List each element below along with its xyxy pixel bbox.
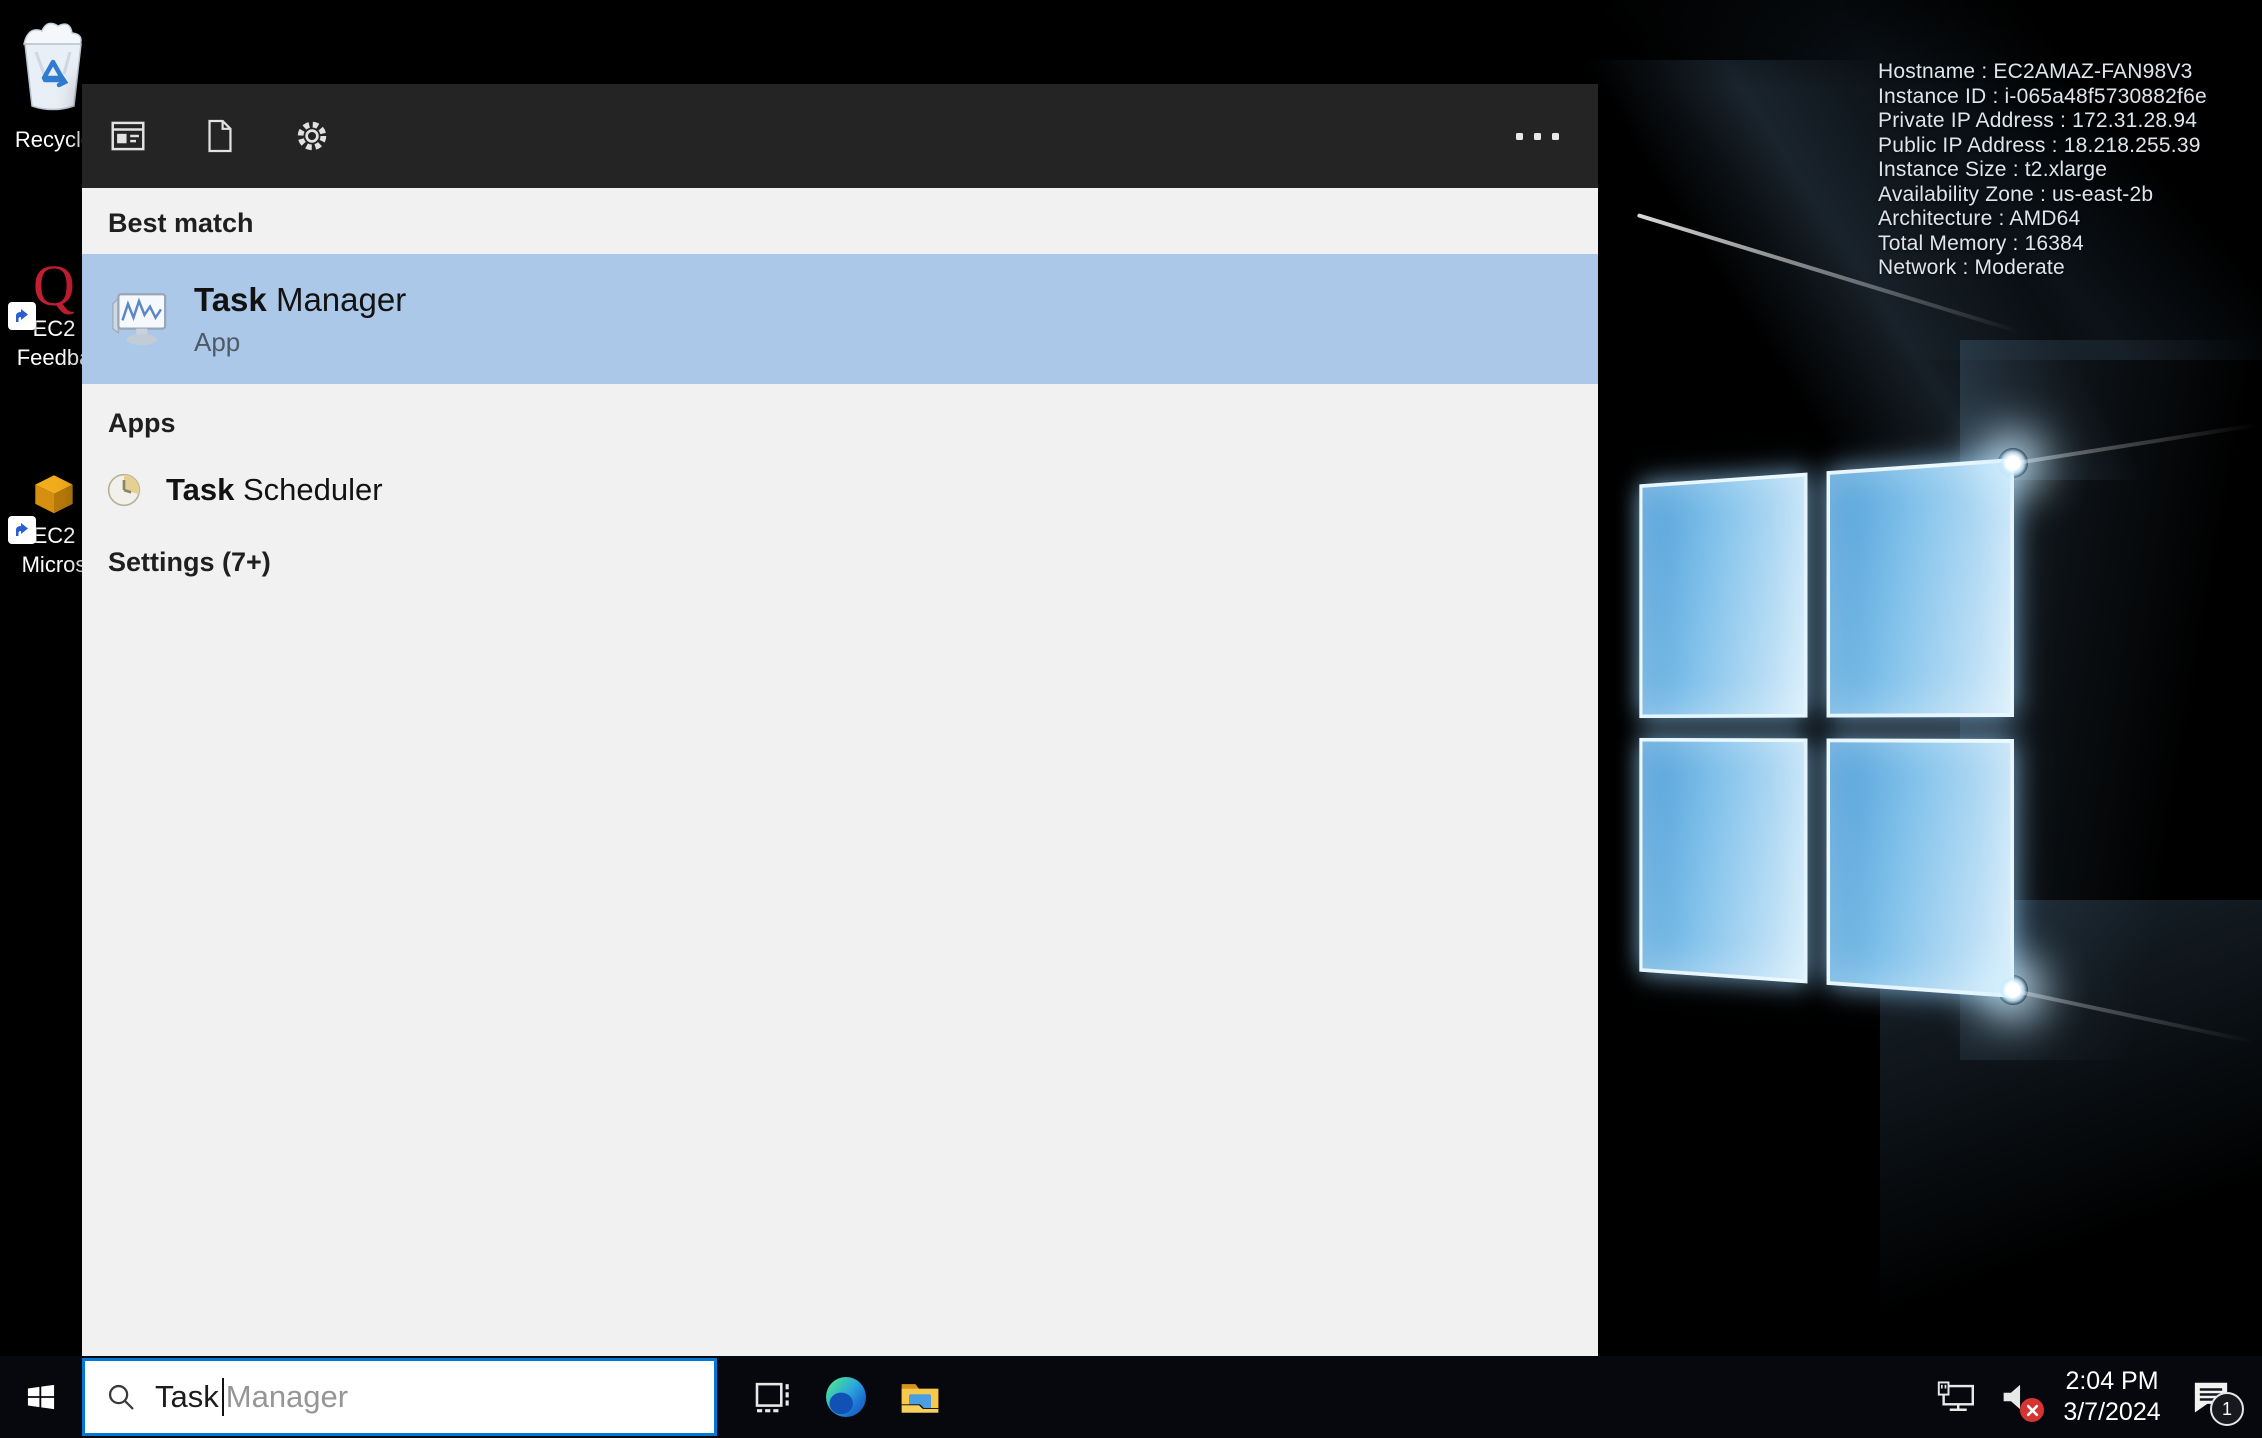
glow-sparkle (1998, 975, 2028, 1005)
clock-time: 2:04 PM (2065, 1367, 2159, 1395)
task-scheduler-icon (107, 473, 141, 507)
settings-section-header[interactable]: Settings (7+) (82, 527, 1598, 578)
search-suggestion-text: Manager (225, 1379, 349, 1414)
search-typed-text: Task (155, 1379, 219, 1414)
best-match-result-task-manager[interactable]: Task Manager App (82, 254, 1598, 384)
result-subtitle: App (194, 326, 241, 357)
system-tray: 2:04 PM 3/7/2024 1 (1928, 1356, 2262, 1438)
desktop-screen: Hostname : EC2AMAZ-FAN98V3 Instance ID :… (0, 0, 2262, 1438)
filter-documents-button[interactable] (174, 84, 266, 188)
task-view-icon (755, 1382, 789, 1413)
result-title-match: Task (194, 280, 267, 318)
info-hostname: Hostname : EC2AMAZ-FAN98V3 (1878, 60, 2193, 83)
windows-hero-logo (1639, 458, 2014, 998)
info-instance-size: Instance Size : t2.xlarge (1878, 158, 2108, 181)
info-instance-id: Instance ID : i-065a48f5730882f6e (1878, 84, 2207, 108)
search-results-panel: Best match Task Manager App Apps Task Sc… (82, 84, 1598, 1356)
windows-logo-pane (1639, 472, 1808, 719)
windows-logo-pane (1826, 458, 2014, 718)
taskbar: Task Manager 2:04 PM 3/7/2024 1 (0, 1356, 2262, 1438)
start-button[interactable] (0, 1356, 82, 1438)
result-title: Task Manager (194, 281, 406, 319)
file-explorer-button[interactable] (883, 1356, 957, 1438)
clock-date: 3/7/2024 (2063, 1398, 2161, 1426)
shortcut-arrow-icon (8, 516, 36, 544)
taskbar-search-input[interactable]: Task Manager (82, 1358, 717, 1436)
apps-filter-icon (111, 121, 145, 151)
more-options-button[interactable] (1502, 84, 1572, 188)
app-result-title: Task Scheduler (166, 472, 383, 508)
taskbar-clock[interactable]: 2:04 PM 3/7/2024 (2048, 1356, 2176, 1438)
edge-browser-button[interactable] (809, 1356, 883, 1438)
app-title-rest: Scheduler (234, 472, 383, 507)
info-private-ip: Private IP Address : 172.31.28.94 (1878, 109, 2198, 132)
filter-settings-button[interactable] (266, 84, 358, 188)
task-view-button[interactable] (735, 1356, 809, 1438)
network-tray-button[interactable] (1928, 1356, 1986, 1438)
mute-badge-icon (2020, 1398, 2044, 1422)
shortcut-arrow-icon (8, 302, 36, 330)
light-streak (2009, 988, 2257, 1045)
apps-section-header: Apps (108, 408, 176, 438)
app-result-task-scheduler[interactable]: Task Scheduler (82, 453, 1598, 527)
info-total-memory: Total Memory : 16384 (1878, 231, 2084, 255)
text-caret (221, 1378, 224, 1416)
search-query-text: Task Manager (155, 1378, 348, 1416)
ellipsis-dot (1533, 132, 1541, 140)
action-center-button[interactable]: 1 (2176, 1356, 2246, 1438)
ellipsis-dot (1515, 132, 1523, 140)
file-explorer-icon (901, 1384, 939, 1413)
info-availability-zone: Availability Zone : us-east-2b (1878, 182, 2154, 206)
search-icon (105, 1381, 137, 1413)
light-streak (2009, 422, 2260, 466)
info-architecture: Architecture : AMD64 (1878, 207, 2081, 230)
glow-sparkle (1998, 448, 2028, 478)
filter-apps-button[interactable] (82, 84, 174, 188)
search-filter-bar (82, 84, 1598, 188)
network-icon (1937, 1381, 1974, 1411)
aws-cube-icon (35, 475, 73, 514)
windows-start-icon (27, 1384, 55, 1410)
edge-icon (826, 1377, 866, 1417)
info-public-ip: Public IP Address : 18.218.255.39 (1878, 133, 2201, 157)
windows-logo-pane (1639, 737, 1808, 984)
documents-filter-icon (208, 119, 232, 153)
windows-logo-pane (1826, 738, 2014, 998)
ellipsis-dot (1551, 132, 1559, 140)
best-match-text: Task Manager App (194, 281, 406, 358)
app-title-match: Task (166, 472, 235, 507)
settings-filter-icon (297, 121, 327, 151)
volume-tray-button[interactable] (1986, 1356, 2048, 1438)
info-network: Network : Moderate (1878, 256, 2065, 279)
notification-count-badge: 1 (2210, 1392, 2244, 1426)
task-manager-icon (112, 293, 167, 346)
result-title-rest: Manager (266, 280, 407, 318)
best-match-header: Best match (108, 208, 254, 238)
instance-info-overlay: Hostname : EC2AMAZ-FAN98V3 Instance ID :… (1878, 60, 2207, 281)
